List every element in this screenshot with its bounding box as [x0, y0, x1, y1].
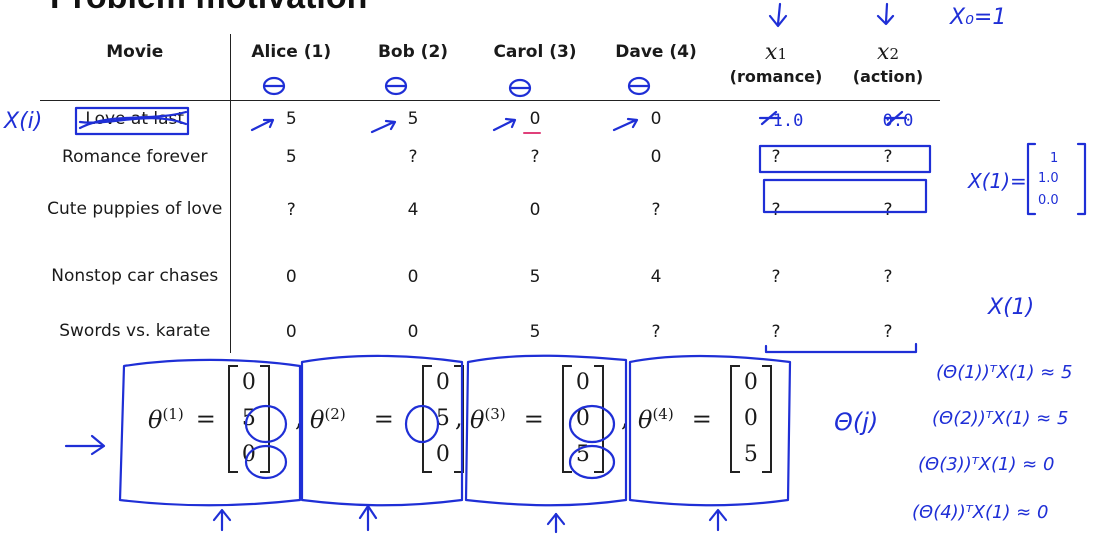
- lecture-slide: Problem motivation Movie Alice (1) Bob (…: [0, 0, 1097, 536]
- theta-box: [118, 358, 302, 507]
- theta-box: [464, 354, 628, 507]
- down-arrow-icon: [876, 2, 895, 26]
- svg-text:0.0: 0.0: [1038, 193, 1059, 208]
- up-arrow-icon: [212, 504, 728, 534]
- handwritten-annotations: X₀=1 X(i) X(1)= 1 1.0 0.0 X(1) Θ(j) (Θ(1…: [3, 2, 1087, 534]
- love-at-last-box: [74, 106, 190, 136]
- theta-j-label: Θ(j): [834, 408, 878, 436]
- x0-annotation: X₀=1: [949, 5, 1006, 30]
- x1-label: X(1): [987, 295, 1034, 320]
- svg-text:1: 1: [1050, 151, 1058, 166]
- unknown-feature-box: [762, 178, 928, 214]
- theta-handwritten-icon: [262, 76, 651, 98]
- x-i-label: X(i): [3, 109, 42, 134]
- unknown-feature-box: [758, 144, 932, 174]
- product-annotation: (Θ(4))ᵀX(1) ≈ 0: [912, 502, 1048, 523]
- product-annotation: (Θ(3))ᵀX(1) ≈ 0: [918, 454, 1054, 475]
- down-arrow-icon: [768, 2, 788, 28]
- x1-vector-label: X(1)=: [967, 169, 1027, 193]
- pointer-arrow-icon: [250, 117, 639, 134]
- product-annotation: (Θ(1))ᵀX(1) ≈ 5: [936, 362, 1072, 383]
- svg-text:1.0: 1.0: [1038, 171, 1059, 186]
- theta-box: [628, 354, 792, 507]
- right-arrow-icon: [64, 434, 106, 456]
- product-annotation: (Θ(2))ᵀX(1) ≈ 5: [932, 408, 1068, 429]
